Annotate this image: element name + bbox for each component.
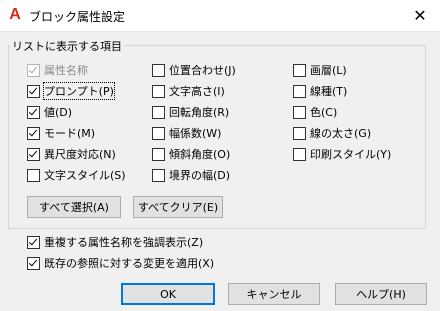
checkbox-box — [152, 168, 165, 182]
close-button[interactable]: ✕ — [400, 0, 440, 31]
annotative-checkbox[interactable]: 異尺度対応(N) — [27, 146, 116, 162]
checkbox-box — [27, 84, 40, 98]
ok-button[interactable]: OK — [121, 283, 215, 305]
checkbox-box — [152, 147, 165, 161]
rotation-checkbox[interactable]: 回転角度(R) — [152, 104, 229, 120]
text-height-checkbox[interactable]: 文字高さ(I) — [152, 83, 225, 99]
linetype-checkbox[interactable]: 線種(T) — [293, 83, 347, 99]
autocad-app-icon: A — [9, 6, 21, 23]
checkbox-box — [293, 105, 306, 119]
color-checkbox[interactable]: 色(C) — [293, 104, 337, 120]
checkbox-box — [152, 105, 165, 119]
title-bar: A ブロック属性設定 ✕ — [0, 0, 440, 32]
group-label: リストに表示する項目 — [10, 38, 124, 54]
lineweight-checkbox[interactable]: 線の太さ(G) — [293, 125, 371, 141]
window-title: ブロック属性設定 — [29, 10, 126, 24]
boundary-width-checkbox[interactable]: 境界の幅(D) — [152, 167, 230, 183]
cancel-button[interactable]: キャンセル — [228, 283, 320, 305]
width-factor-checkbox[interactable]: 幅係数(W) — [152, 125, 221, 141]
checkbox-box — [152, 84, 165, 98]
checkbox-box — [27, 105, 40, 119]
checkbox-box — [27, 126, 40, 140]
apply-changes-checkbox[interactable]: 既存の参照に対する変更を適用(X) — [27, 255, 214, 271]
value-checkbox[interactable]: 値(D) — [27, 104, 72, 120]
checkbox-box — [152, 126, 165, 140]
checkbox-box — [27, 235, 40, 249]
layer-checkbox[interactable]: 画層(L) — [293, 62, 347, 78]
justification-checkbox[interactable]: 位置合わせ(J) — [152, 62, 236, 78]
close-icon: ✕ — [413, 6, 427, 25]
checkbox-box — [152, 63, 165, 77]
select-all-button[interactable]: すべて選択(A) — [27, 196, 121, 218]
text-style-checkbox[interactable]: 文字スタイル(S) — [27, 167, 126, 183]
highlight-duplicates-checkbox[interactable]: 重複する属性名称を強調表示(Z) — [27, 234, 203, 250]
checkbox-box — [27, 168, 40, 182]
prompt-checkbox[interactable]: プロンプト(P) — [27, 82, 115, 100]
attribute-name-checkbox: 属性名称 — [27, 62, 88, 78]
checkbox-box — [27, 63, 40, 77]
plot-style-checkbox[interactable]: 印刷スタイル(Y) — [293, 146, 391, 162]
clear-all-button[interactable]: すべてクリア(E) — [133, 196, 223, 218]
help-button[interactable]: ヘルプ(H) — [335, 283, 427, 305]
checkbox-box — [293, 126, 306, 140]
checkbox-box — [293, 84, 306, 98]
mode-checkbox[interactable]: モード(M) — [27, 125, 95, 141]
checkbox-box — [293, 147, 306, 161]
checkbox-box — [27, 147, 40, 161]
checkbox-box — [27, 256, 40, 270]
checkbox-box — [293, 63, 306, 77]
oblique-angle-checkbox[interactable]: 傾斜角度(O) — [152, 146, 230, 162]
